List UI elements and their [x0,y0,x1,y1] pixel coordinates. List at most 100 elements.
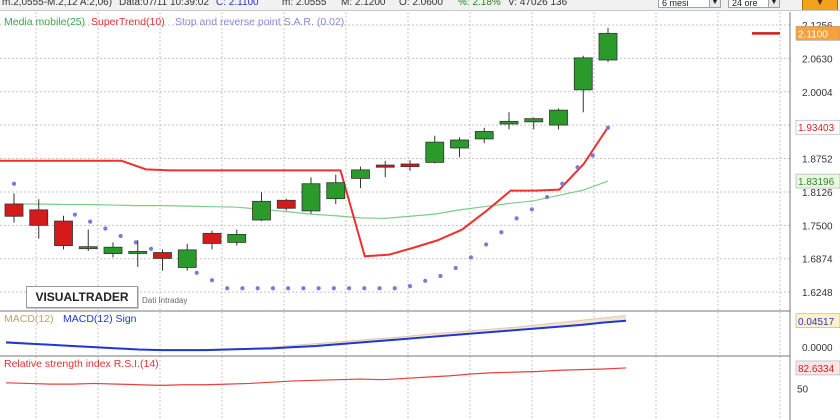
candle-body [54,220,73,246]
y-tick-label: 1.6248 [802,288,833,299]
candle [524,117,544,130]
candle [573,55,593,113]
sar-dot [240,286,245,291]
candle-body [29,209,49,226]
visualtrader-logo: VISUALTRADER [26,286,138,308]
data-source-label: Dati Intraday [142,296,188,305]
macd-tag: 0.04517 [798,317,835,328]
candle-body [425,141,445,163]
macd-zero-label: 0.0000 [802,343,833,354]
supertrend-tag: 1.93403 [798,123,835,134]
candle-body [573,57,593,91]
candle-body [177,249,197,268]
candle [252,192,271,222]
candle-body [227,233,247,243]
candle [499,112,519,130]
candle-body [202,232,222,244]
sar-dot [499,230,504,235]
sar-dot [331,286,336,291]
candle [549,108,568,130]
sar-dot [407,284,413,289]
sar-dot [118,233,123,239]
candle-body [153,252,172,259]
sar-dot [423,278,428,283]
candle-body [450,139,469,149]
sar-dot [392,286,397,291]
sar-dot [346,286,352,291]
candle [202,230,222,250]
candle-body [78,246,98,250]
sar-dot [605,125,611,130]
candle [227,229,247,246]
candle-body [103,246,123,254]
candle [177,244,197,271]
candle-body [276,199,296,209]
y-tick-label: 2.0004 [802,88,833,99]
candle-body [499,120,519,125]
y-tick-label: 1.8126 [802,188,833,199]
candle-body [301,183,321,212]
candle [400,160,420,171]
candle [29,199,49,239]
sar-dot [148,246,154,251]
sar-dot [484,242,489,247]
sar-dot [514,216,519,221]
sar-dot [88,219,93,224]
y-tick-label: 1.7500 [802,221,833,232]
legend-sar: Stop and reverse point S.A.R. (0.02) [175,16,344,28]
candle-body [598,32,618,61]
candle [375,160,395,178]
sar-dot [377,286,382,291]
y-tick-label: 1.6874 [802,255,833,266]
candle [598,28,618,63]
candle [54,215,73,250]
candle-body [524,118,544,123]
candle-body [400,163,420,168]
sar-dot [194,270,199,275]
sar-dot [11,181,17,186]
rsi-tick-label: 50 [797,385,809,396]
y-tick-label: 2.0630 [802,54,833,65]
rsi-line [5,367,627,386]
ma-tag: 1.83196 [798,177,835,188]
rsi-tag: 82.6334 [798,364,835,375]
legend-supertrend: SuperTrend(10) [91,16,165,28]
candle [301,177,321,214]
sar-dot [103,226,108,231]
legend-macd: MACD(12) [4,313,54,325]
candle-body [4,203,24,217]
sar-dot [453,265,458,271]
sar-dot [72,212,78,217]
legend-rsi: Relative strength index R.S.I.(14) [4,358,159,370]
price-axis: 2.12562.06302.00041.93781.87521.81261.75… [795,21,840,396]
candle [351,166,370,188]
sar-dot [270,286,276,291]
sar-dot [316,286,321,291]
candle-body [351,169,370,179]
candle-body [474,131,494,140]
candle [128,240,148,267]
sar-dot [301,286,306,291]
candle [153,249,172,271]
rsi-panel [5,367,627,386]
candle-body [128,251,148,254]
sar-dot [575,165,580,170]
candle-body [375,164,395,168]
candle [474,127,494,144]
candle-body [326,182,346,200]
candle [4,193,24,223]
sar-dot [468,255,474,260]
candle-body [549,109,568,126]
sar-dot [362,286,367,291]
candle [103,242,123,258]
sar-dot [560,181,565,186]
candle [78,229,98,251]
sar-dot [225,286,230,291]
candle [276,198,296,211]
sar-dot [590,153,595,158]
sar-dot [255,286,260,291]
candle [450,137,469,158]
sar-dot [544,194,550,200]
sar-dot [286,286,291,291]
candle [425,135,445,164]
